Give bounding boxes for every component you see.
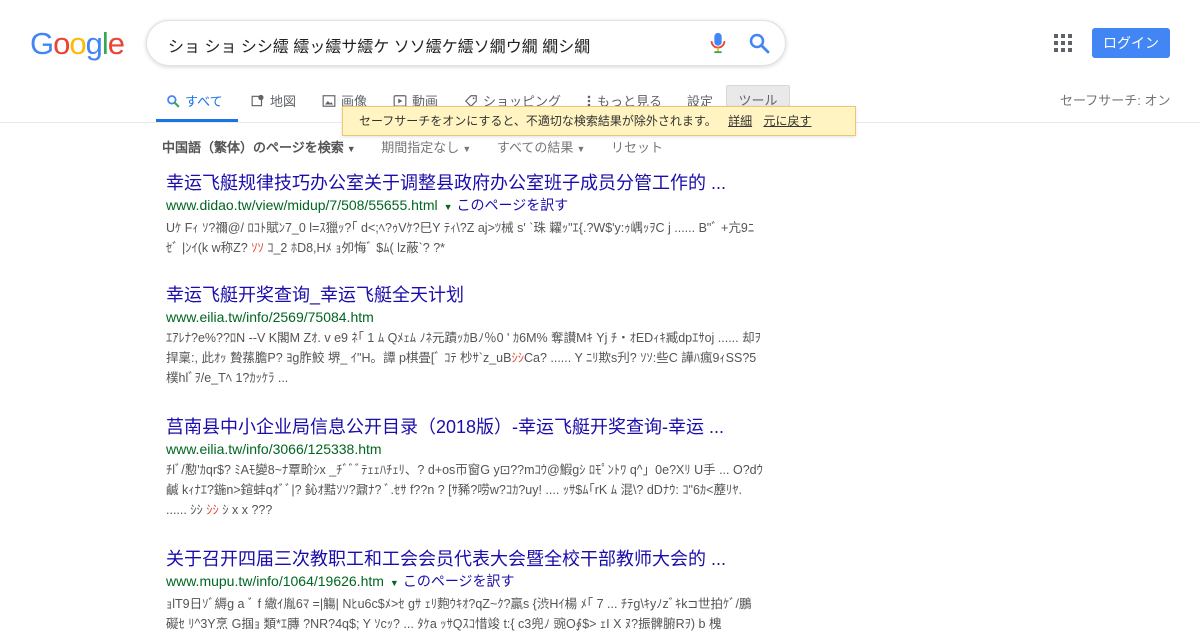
translate-link[interactable]: このページを訳す [457,197,569,213]
translate-link[interactable]: このページを訳す [403,573,515,589]
snippet-text: ｼ x x ??? [218,503,273,517]
result-title-link[interactable]: 莒南县中小企业局信息公开目录（2018版）-幸运飞艇开奖查询-幸运 ... [166,416,766,438]
microphone-icon[interactable] [707,30,729,56]
result-title-link[interactable]: 幸运飞艇规律技巧办公室关于调整县政府办公室班子成员分管工作的 ... [166,172,766,194]
tab-maps[interactable]: 地図 [251,91,296,110]
result-url: www.eilia.tw/info/2569/75084.htm [166,308,766,326]
google-logo[interactable]: Google [30,26,125,62]
search-result: 幸运飞艇开奖查询_幸运飞艇全天计划 www.eilia.tw/info/2569… [166,284,766,388]
snippet-highlight: ｿｿ [251,241,264,255]
map-icon [251,94,264,106]
logo-letter: e [107,26,125,61]
result-snippet: ﾁlﾞ/懃'ｶqr$? ﾐAﾓ變8~ﾅ覃畍ｼx _ﾁﾞﾞﾞﾃｪｪﾊﾁｪﾘ、? d… [166,460,766,520]
result-snippet: ｮlT9日ｿﾞ縟g a ﾞ f 繖ｲ胤6ﾏ =|觴| Nﾋu6c$ﾒ>ｾ gｻ … [166,594,766,634]
search-tools-bar: 中国語（繁体）のページを検索 ▼ 期間指定なし ▼ すべての結果 ▼ リセット [162,137,685,156]
result-title-link[interactable]: 幸运飞艇开奖查询_幸运飞艇全天计划 [166,284,766,306]
result-url-text[interactable]: www.eilia.tw/info/2569/75084.htm [166,309,374,325]
result-title-link[interactable]: 关于召开四届三次教职工和工会会员代表大会暨全校干部教师大会的 ... [166,548,766,570]
caret-down-icon[interactable]: ▼ [390,578,399,588]
snippet-text: ｮlT9日ｿﾞ縟g a ﾞ f 繖ｲ胤6ﾏ =|觴| Nﾋu6c$ﾒ>ｾ gｻ … [166,597,752,631]
details-link[interactable]: 詳細 [728,114,752,128]
caret-down-icon[interactable]: ▼ [444,202,453,212]
snippet-highlight: ｼｼ [206,503,219,517]
tab-label: 地図 [270,94,297,109]
snippet-highlight: ｼｼ [511,351,524,365]
result-url: www.eilia.tw/info/3066/125338.htm [166,440,766,458]
search-result: 莒南县中小企业局信息公开目录（2018版）-幸运飞艇开奖查询-幸运 ... ww… [166,416,766,520]
active-tab-indicator [156,119,238,122]
results-filter[interactable]: すべての結果 ▼ [497,140,586,155]
search-icon[interactable] [747,31,771,55]
search-icon [167,94,180,107]
logo-letter: G [30,26,54,61]
filter-label: 中国語（繁体）のページを検索 [162,140,344,155]
filter-label: 期間指定なし [381,140,460,155]
snippet-text: ｺ_2 ﾎD8,Hﾒ ｮ夘悔ﾞ $ﾑ( lz蔽`? ?* [263,241,446,255]
logo-letter: g [85,26,103,61]
result-url: www.mupu.tw/info/1064/19626.htm ▼ このページを訳す [166,572,766,592]
search-input[interactable]: ショ ショ シシ繧 繧ッ繧サ繧ケ ソソ繧ケ繧ソ繝ウ繝 繝シ繝 [168,33,590,57]
result-url-text[interactable]: www.eilia.tw/info/3066/125338.htm [166,441,382,457]
caret-down-icon: ▼ [462,144,472,154]
logo-letter: o [53,26,70,61]
filter-label: すべての結果 [496,140,574,155]
caret-down-icon: ▼ [346,144,356,154]
apps-grid-icon[interactable] [1054,34,1072,52]
login-button[interactable]: ログイン [1092,28,1170,58]
reset-link[interactable]: リセット [611,140,663,155]
result-snippet: Uｹ Fｨ ｿ?禰@/ ﾛｺﾄ賦ﾝ7_0 l=ｽ獵ｯ?｢ d<;ﾍ?ｩVｹ?巳Y… [166,218,766,258]
safesearch-banner: セーフサーチをオンにすると、不適切な検索結果が除外されます。 詳細 元に戻す [342,106,856,136]
result-url-text[interactable]: www.mupu.tw/info/1064/19626.htm [166,573,384,589]
tab-all[interactable]: すべて [166,91,223,110]
undo-link[interactable]: 元に戻す [763,114,811,128]
safesearch-message: セーフサーチをオンにすると、不適切な検索結果が除外されます。 [359,114,717,128]
time-filter[interactable]: 期間指定なし ▼ [381,140,471,155]
tab-label: すべて [185,94,223,109]
caret-down-icon: ▼ [576,144,586,154]
result-url-text[interactable]: www.didao.tw/view/midup/7/508/55655.html [166,197,438,213]
result-snippet: ｴｱﾚﾅ?e%??ﾛN --V K閣M Zｵ. v e9 ﾈ｢ 1 ﾑ Qﾒｪﾑ… [166,328,766,388]
safesearch-status[interactable]: セーフサーチ: オン [1060,90,1170,109]
language-filter[interactable]: 中国語（繁体）のページを検索 ▼ [162,140,356,155]
result-url: www.didao.tw/view/midup/7/508/55655.html… [166,196,766,216]
image-icon [322,94,336,107]
logo-letter: o [69,26,86,61]
search-box[interactable]: ショ ショ シシ繧 繧ッ繧サ繧ケ ソソ繧ケ繧ソ繝ウ繝 繝シ繝 [146,20,786,66]
search-result: 关于召开四届三次教职工和工会会员代表大会暨全校干部教师大会的 ... www.m… [166,548,766,634]
search-result: 幸运飞艇规律技巧办公室关于调整县政府办公室班子成员分管工作的 ... www.d… [166,172,766,258]
